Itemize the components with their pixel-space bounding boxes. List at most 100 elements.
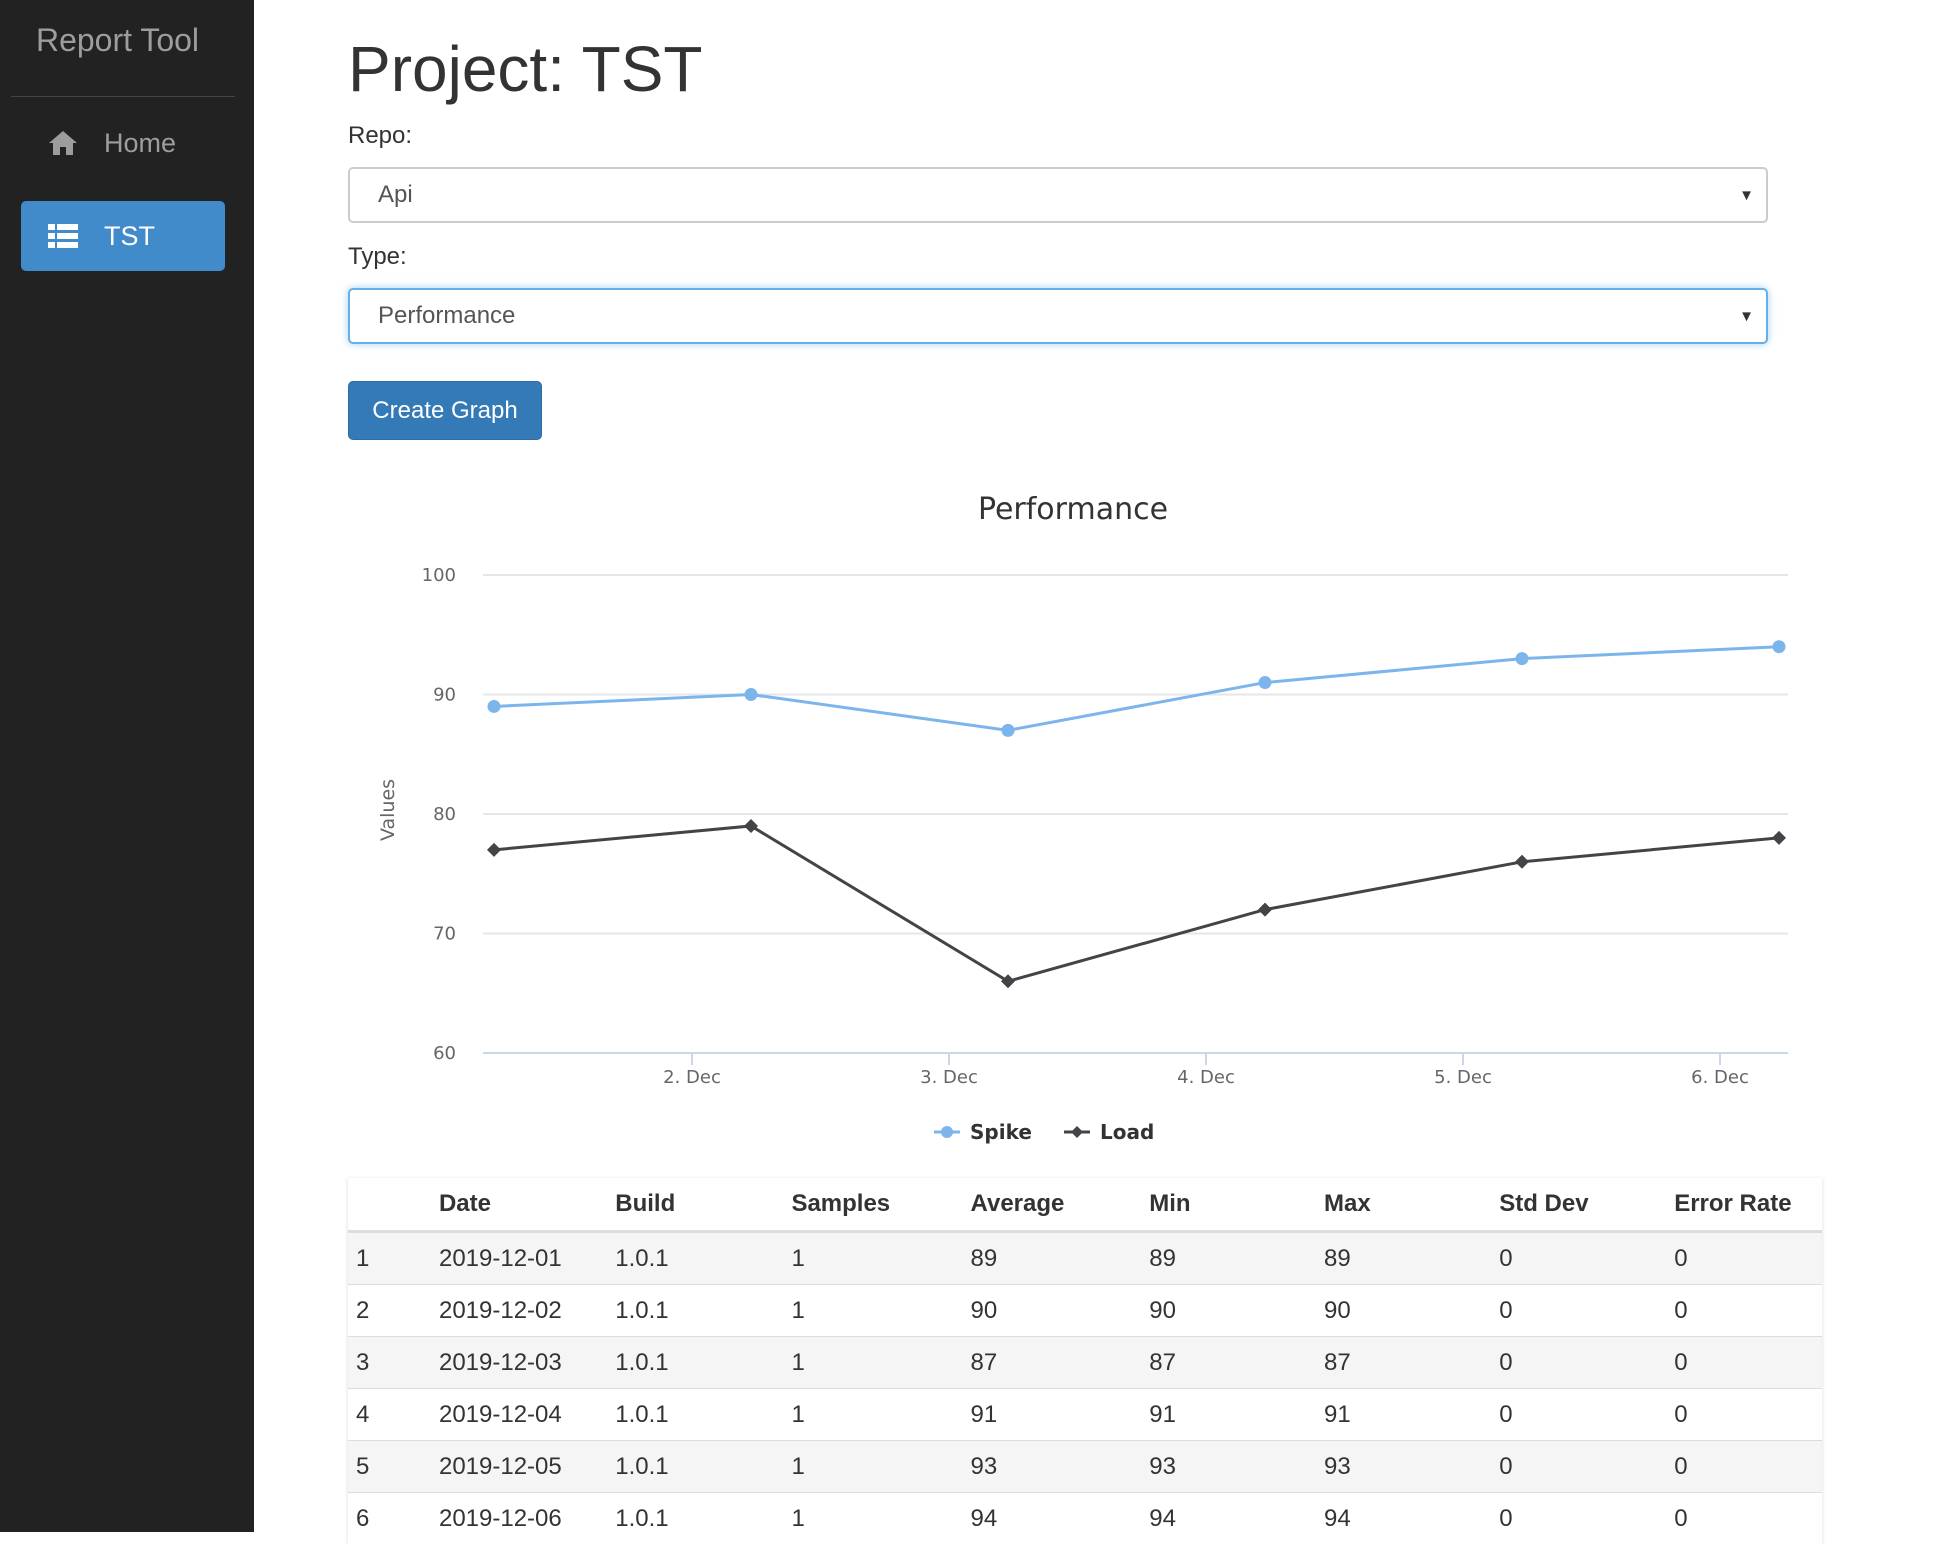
table-cell: 87 [1141,1337,1316,1389]
sidebar-item-home[interactable]: Home [21,108,225,178]
table-cell: 0 [1666,1337,1822,1389]
table-cell: 0 [1491,1389,1666,1441]
table-cell: 0 [1491,1493,1666,1544]
data-point-load [487,843,501,857]
table-cell: 93 [963,1441,1142,1493]
table-cell: 3 [348,1337,431,1389]
table-cell: 93 [1316,1441,1491,1493]
data-point-load [1001,974,1015,988]
data-point-spike [1002,724,1015,737]
y-tick-label: 70 [433,924,456,945]
chart-axes: 100908070602. Dec3. Dec4. Dec5. Dec6. De… [422,565,1749,1088]
table-cell: 91 [1141,1389,1316,1441]
column-header: Average [963,1178,1142,1232]
table-cell: 1 [783,1493,962,1544]
chart-grid [483,575,1788,1053]
table-row: 32019-12-031.0.1187878700 [348,1337,1822,1389]
brand-title[interactable]: Report Tool [0,22,235,59]
list-icon [47,220,79,252]
table-cell: 1 [783,1441,962,1493]
table-row: 12019-12-011.0.1189898900 [348,1232,1822,1285]
x-tick-label: 5. Dec [1434,1067,1492,1088]
table-row: 42019-12-041.0.1191919100 [348,1389,1822,1441]
table-cell: 91 [1316,1389,1491,1441]
table-cell: 94 [1141,1493,1316,1544]
repo-label: Repo: [348,122,412,150]
y-tick-label: 80 [433,804,456,825]
table-cell: 89 [1141,1232,1316,1285]
table-cell: 6 [348,1493,431,1544]
data-point-spike [488,700,501,713]
type-select-value: Performance [378,302,515,330]
data-point-spike [1259,676,1272,689]
series-line-spike [494,647,1779,731]
column-header: Date [431,1178,607,1232]
table-cell: 2019-12-04 [431,1389,607,1441]
table-cell: 94 [1316,1493,1491,1544]
table-cell: 89 [1316,1232,1491,1285]
data-point-spike [745,688,758,701]
legend-symbol-marker [941,1126,953,1138]
repo-select[interactable]: Api ▼ [348,167,1768,223]
data-point-load [1772,831,1786,845]
table-cell: 90 [1316,1285,1491,1337]
table-cell: 0 [1491,1441,1666,1493]
table-cell: 93 [1141,1441,1316,1493]
create-graph-button[interactable]: Create Graph [348,381,542,440]
type-select[interactable]: Performance ▼ [348,288,1768,344]
chart-title: Performance [978,492,1168,527]
sidebar: Report Tool Home TST [0,0,254,1532]
table-cell: 1 [783,1389,962,1441]
sidebar-item-label: TST [104,221,155,252]
table-cell: 1 [348,1232,431,1285]
table-cell: 5 [348,1441,431,1493]
table-body: 12019-12-011.0.118989890022019-12-021.0.… [348,1232,1822,1544]
table-cell: 0 [1666,1285,1822,1337]
x-tick-label: 4. Dec [1177,1067,1235,1088]
table-cell: 1 [783,1337,962,1389]
table-cell: 1.0.1 [607,1232,783,1285]
chart-legend: SpikeLoad [934,1120,1154,1144]
table-cell: 1.0.1 [607,1285,783,1337]
sidebar-item-label: Home [104,128,176,159]
column-header: Min [1141,1178,1316,1232]
table-cell: 87 [963,1337,1142,1389]
table-cell: 90 [1141,1285,1316,1337]
table-cell: 1 [783,1232,962,1285]
sidebar-item-tst[interactable]: TST [21,201,225,271]
data-point-load [744,819,758,833]
x-tick-label: 3. Dec [920,1067,978,1088]
legend-symbol-marker [1071,1126,1083,1138]
column-header: Max [1316,1178,1491,1232]
data-point-load [1515,855,1529,869]
table-row: 22019-12-021.0.1190909000 [348,1285,1822,1337]
table-cell: 2019-12-06 [431,1493,607,1544]
table-cell: 1 [783,1285,962,1337]
column-header: Samples [783,1178,962,1232]
table-cell: 0 [1491,1285,1666,1337]
chart-svg: Performance 100908070602. Dec3. Dec4. De… [348,478,1788,1160]
legend-item-load: Load [1100,1120,1154,1144]
results-table: DateBuildSamplesAverageMinMaxStd DevErro… [348,1178,1822,1544]
column-header: Std Dev [1491,1178,1666,1232]
table-cell: 2 [348,1285,431,1337]
table-cell: 1.0.1 [607,1389,783,1441]
table-cell: 0 [1666,1232,1822,1285]
table-cell: 1.0.1 [607,1493,783,1544]
type-label: Type: [348,243,407,271]
chevron-down-icon: ▼ [1739,308,1754,325]
table-header-row: DateBuildSamplesAverageMinMaxStd DevErro… [348,1178,1822,1232]
x-tick-label: 6. Dec [1691,1067,1749,1088]
series-line-load [494,826,1779,981]
x-tick-label: 2. Dec [663,1067,721,1088]
y-axis-label: Values [377,779,399,841]
table-cell: 91 [963,1389,1142,1441]
y-tick-label: 100 [422,565,456,586]
table-cell: 87 [1316,1337,1491,1389]
performance-chart: Performance 100908070602. Dec3. Dec4. De… [348,478,1788,1160]
table-cell: 89 [963,1232,1142,1285]
column-header [348,1178,431,1232]
table-cell: 2019-12-03 [431,1337,607,1389]
table-cell: 0 [1666,1389,1822,1441]
data-point-spike [1516,652,1529,665]
